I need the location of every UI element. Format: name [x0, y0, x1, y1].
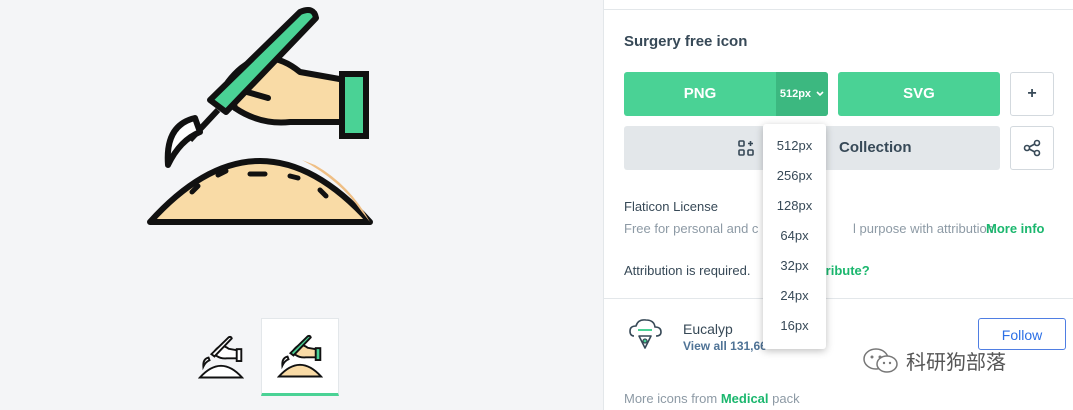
download-svg-button[interactable]: SVG	[838, 72, 1000, 116]
license-desc-part1: Free for personal and c	[624, 221, 759, 236]
icon-detail-panel: Surgery free icon PNG 512px SVG + Collec…	[603, 0, 1073, 410]
size-option-64[interactable]: 64px	[763, 228, 826, 243]
more-formats-button[interactable]: +	[1010, 72, 1054, 116]
thumbnail-outline-variant[interactable]	[182, 318, 260, 396]
collection-label: Collection	[839, 139, 912, 156]
wechat-logo-icon	[863, 347, 898, 373]
license-title: Flaticon License	[624, 199, 718, 214]
download-png-button[interactable]: PNG 512px	[624, 72, 828, 116]
view-all-author-icons-link[interactable]: View all 131,66	[683, 339, 767, 353]
size-option-32[interactable]: 32px	[763, 258, 826, 273]
chevron-down-icon	[816, 91, 824, 97]
size-dropdown-menu: 512px 256px 128px 64px 32px 24px 16px	[763, 124, 826, 349]
license-desc-part2: l purpose with attribution.	[853, 221, 998, 236]
icon-preview-panel	[0, 0, 603, 410]
more-info-link[interactable]: More info	[986, 221, 1045, 236]
more-icons-prefix: More icons from	[624, 391, 718, 406]
watermark: 科研狗部落	[862, 346, 1006, 375]
size-selected: 512px	[779, 88, 812, 100]
size-option-256[interactable]: 256px	[763, 168, 826, 183]
size-option-16[interactable]: 16px	[763, 318, 826, 333]
icon-title: Surgery free icon	[624, 33, 748, 50]
author-name[interactable]: Eucalyp	[683, 321, 733, 337]
more-icons-suffix: pack	[772, 391, 800, 406]
surgery-icon-large	[147, 7, 373, 225]
share-button[interactable]	[1010, 126, 1054, 170]
top-divider	[604, 9, 1073, 10]
watermark-text: 科研狗部落	[906, 350, 1006, 374]
surgery-filled-icon	[277, 334, 323, 378]
share-icon	[1023, 139, 1041, 157]
add-grid-icon	[738, 140, 754, 156]
size-option-24[interactable]: 24px	[763, 288, 826, 303]
size-option-512[interactable]: 512px	[763, 138, 826, 153]
attribution-text: Attribution is required.	[624, 263, 751, 278]
section-divider	[604, 298, 1073, 299]
thumbnail-filled-variant[interactable]	[261, 318, 339, 396]
pack-link[interactable]: Medical	[721, 391, 769, 406]
eucalyp-logo-icon[interactable]	[626, 314, 664, 352]
png-label: PNG	[683, 85, 717, 102]
size-select[interactable]: 512px	[776, 72, 828, 116]
surgery-outline-icon	[198, 335, 244, 379]
more-icons-line: More icons from Medical pack	[624, 391, 800, 406]
size-option-128[interactable]: 128px	[763, 198, 826, 213]
